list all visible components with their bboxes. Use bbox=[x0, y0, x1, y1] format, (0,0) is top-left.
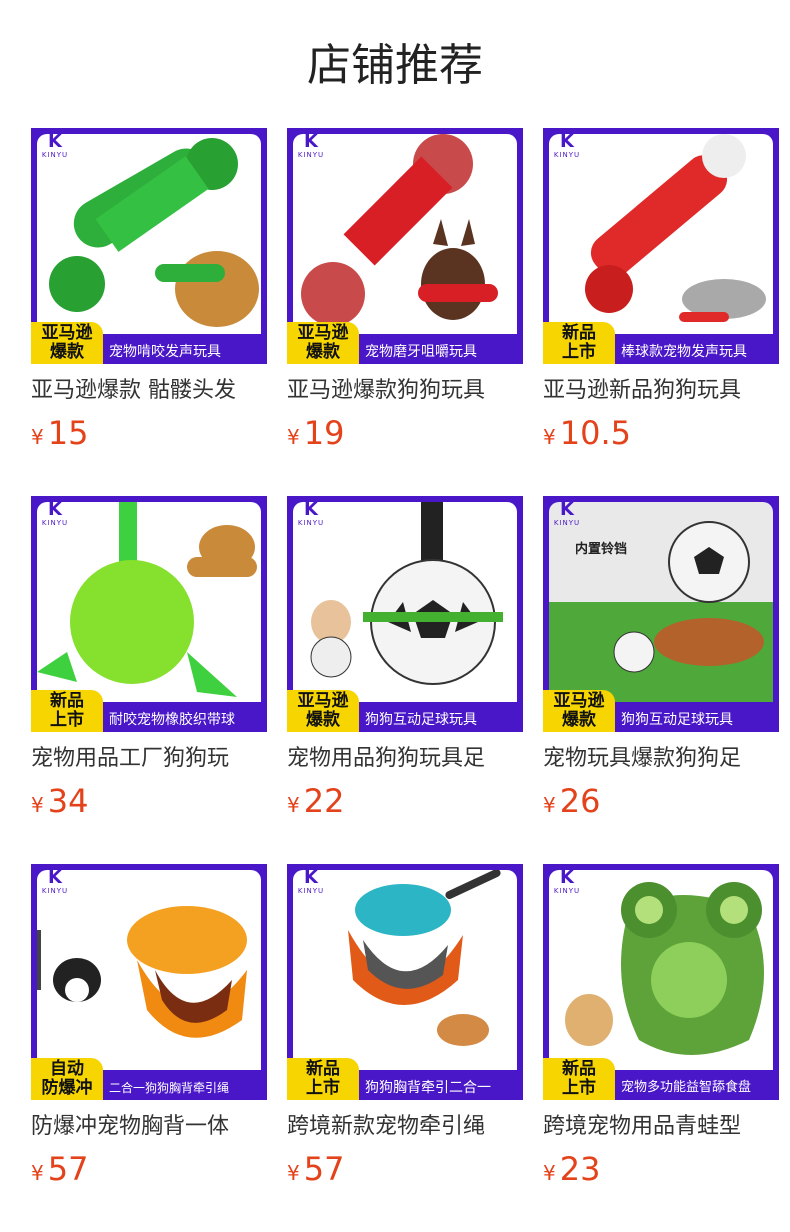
product-banner: 狗狗胸背牵引二合一 bbox=[359, 1076, 523, 1100]
product-price: ¥15 bbox=[31, 414, 89, 452]
product-card[interactable]: K KINYU 亚马逊 爆款 狗狗互动足球玩具 宠物用品狗狗玩具足 ¥22 bbox=[287, 496, 523, 820]
product-banner: 狗狗互动足球玩具 bbox=[615, 708, 779, 732]
product-image[interactable]: K KINYU 亚马逊 爆款 宠物磨牙咀嚼玩具 bbox=[287, 128, 523, 364]
product-price: ¥34 bbox=[31, 782, 89, 820]
product-banner: 棒球款宠物发声玩具 bbox=[615, 340, 779, 364]
product-title[interactable]: 宠物玩具爆款狗狗足 bbox=[543, 744, 779, 774]
promo-badge: 新品 上市 bbox=[287, 1058, 359, 1100]
promo-badge: 新品 上市 bbox=[543, 1058, 615, 1100]
product-image[interactable]: K KINYU 新品 上市 耐咬宠物橡胶织带球 bbox=[31, 496, 267, 732]
brand-logo: K KINYU bbox=[41, 499, 69, 528]
product-title[interactable]: 亚马逊新品狗狗玩具 bbox=[543, 376, 779, 406]
product-banner: 二合一狗狗胸背牵引绳 bbox=[103, 1076, 267, 1100]
product-card[interactable]: K KINYU 新品 上市 宠物多功能益智舔食盘 跨境宠物用品青蛙型 ¥23 bbox=[543, 864, 779, 1188]
product-image[interactable]: K KINYU 亚马逊 爆款 狗狗互动足球玩具 bbox=[287, 496, 523, 732]
product-title[interactable]: 宠物用品狗狗玩具足 bbox=[287, 744, 523, 774]
product-price: ¥23 bbox=[543, 1150, 601, 1188]
brand-logo: K KINYU bbox=[41, 867, 69, 896]
product-banner: 狗狗互动足球玩具 bbox=[359, 708, 523, 732]
product-price: ¥10.5 bbox=[543, 414, 631, 452]
product-banner: 宠物多功能益智舔食盘 bbox=[615, 1076, 779, 1100]
promo-badge: 亚马逊 爆款 bbox=[31, 322, 103, 364]
promo-badge: 亚马逊 爆款 bbox=[287, 690, 359, 732]
product-image[interactable]: K KINYU 亚马逊 爆款 宠物啃咬发声玩具 bbox=[31, 128, 267, 364]
product-card[interactable]: K KINYU 自动 防爆冲 二合一狗狗胸背牵引绳 防爆冲宠物胸背一体 ¥57 bbox=[31, 864, 267, 1188]
promo-badge: 亚马逊 爆款 bbox=[543, 690, 615, 732]
product-card[interactable]: K KINYU 新品 上市 棒球款宠物发声玩具 亚马逊新品狗狗玩具 ¥10.5 bbox=[543, 128, 779, 452]
product-price: ¥57 bbox=[31, 1150, 89, 1188]
product-image[interactable]: K KINYU 自动 防爆冲 二合一狗狗胸背牵引绳 bbox=[31, 864, 267, 1100]
product-image[interactable]: K KINYU 新品 上市 棒球款宠物发声玩具 bbox=[543, 128, 779, 364]
brand-logo: K KINYU bbox=[553, 131, 581, 160]
product-banner: 宠物啃咬发声玩具 bbox=[103, 340, 267, 364]
promo-badge: 亚马逊 爆款 bbox=[287, 322, 359, 364]
product-title[interactable]: 跨境新款宠物牵引绳 bbox=[287, 1112, 523, 1142]
brand-logo: K KINYU bbox=[297, 131, 325, 160]
product-image[interactable]: K KINYU 新品 上市 狗狗胸背牵引二合一 bbox=[287, 864, 523, 1100]
promo-badge: 新品 上市 bbox=[31, 690, 103, 732]
product-price: ¥22 bbox=[287, 782, 345, 820]
product-title[interactable]: 亚马逊爆款 骷髅头发 bbox=[31, 376, 267, 406]
brand-logo: K KINYU bbox=[41, 131, 69, 160]
product-price: ¥57 bbox=[287, 1150, 345, 1188]
product-title[interactable]: 宠物用品工厂狗狗玩 bbox=[31, 744, 267, 774]
product-card[interactable]: K KINYU 亚马逊 爆款 宠物啃咬发声玩具 亚马逊爆款 骷髅头发 ¥15 bbox=[31, 128, 267, 452]
product-price: ¥19 bbox=[287, 414, 345, 452]
product-card[interactable]: K KINYU 新品 上市 耐咬宠物橡胶织带球 宠物用品工厂狗狗玩 ¥34 bbox=[31, 496, 267, 820]
brand-logo: K KINYU bbox=[297, 867, 325, 896]
feature-callout: 内置铃铛 bbox=[575, 542, 628, 557]
product-card[interactable]: 内置铃铛 K KINYU 亚马逊 爆款 狗狗互动足球玩具 宠物玩具爆款狗狗足 ¥… bbox=[543, 496, 779, 820]
page-title: 店铺推荐 bbox=[307, 40, 483, 91]
product-card[interactable]: K KINYU 亚马逊 爆款 宠物磨牙咀嚼玩具 亚马逊爆款狗狗玩具 ¥19 bbox=[287, 128, 523, 452]
product-banner: 耐咬宠物橡胶织带球 bbox=[103, 708, 267, 732]
promo-badge: 自动 防爆冲 bbox=[31, 1058, 103, 1100]
product-title[interactable]: 防爆冲宠物胸背一体 bbox=[31, 1112, 267, 1142]
product-title[interactable]: 亚马逊爆款狗狗玩具 bbox=[287, 376, 523, 406]
product-image[interactable]: 内置铃铛 K KINYU 亚马逊 爆款 狗狗互动足球玩具 bbox=[543, 496, 779, 732]
product-card[interactable]: K KINYU 新品 上市 狗狗胸背牵引二合一 跨境新款宠物牵引绳 ¥57 bbox=[287, 864, 523, 1188]
brand-logo: K KINYU bbox=[297, 499, 325, 528]
product-price: ¥26 bbox=[543, 782, 601, 820]
promo-badge: 新品 上市 bbox=[543, 322, 615, 364]
product-banner: 宠物磨牙咀嚼玩具 bbox=[359, 340, 523, 364]
product-image[interactable]: K KINYU 新品 上市 宠物多功能益智舔食盘 bbox=[543, 864, 779, 1100]
product-title[interactable]: 跨境宠物用品青蛙型 bbox=[543, 1112, 779, 1142]
brand-logo: K KINYU bbox=[553, 867, 581, 896]
brand-logo: K KINYU bbox=[553, 499, 581, 528]
